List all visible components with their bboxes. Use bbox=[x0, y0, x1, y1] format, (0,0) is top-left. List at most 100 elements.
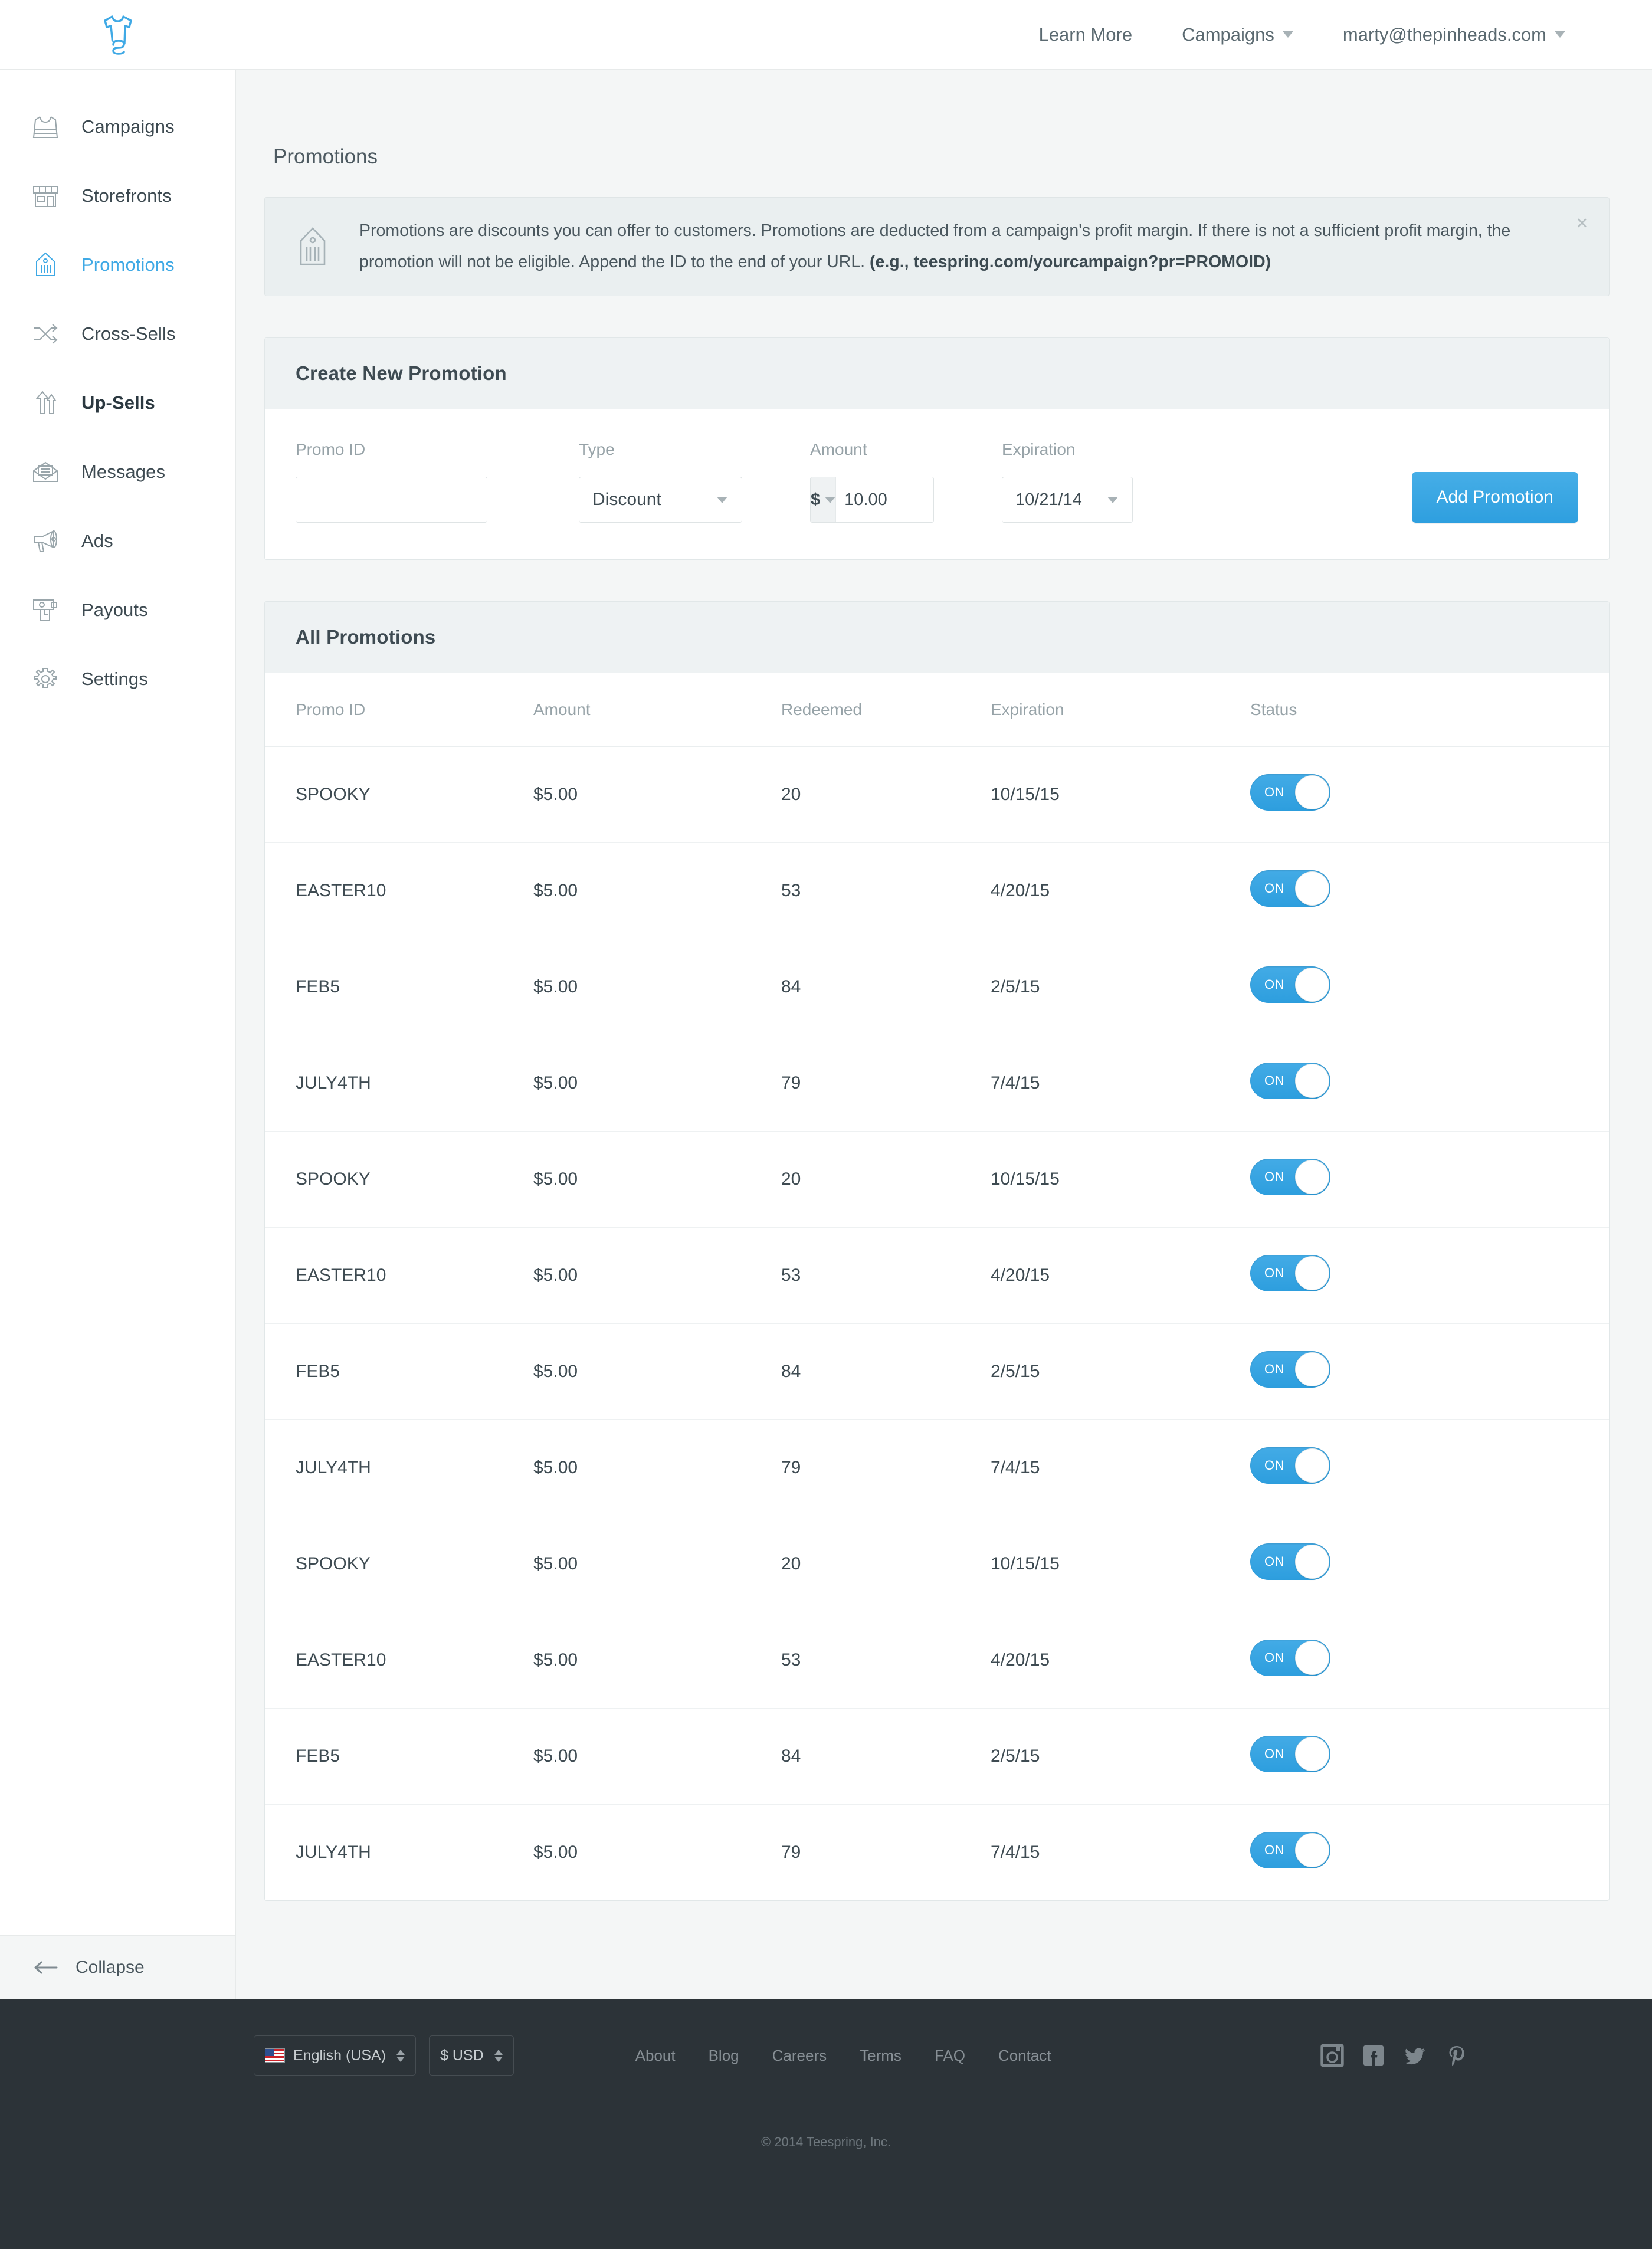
currency-select[interactable]: $ bbox=[811, 477, 837, 522]
create-promotion-form: Promo ID Type Discount Amount $ 10.00 Ex… bbox=[265, 409, 1609, 559]
expiration-date-select[interactable]: 10/21/14 bbox=[1002, 477, 1133, 523]
cell-status: ON bbox=[1250, 1708, 1609, 1805]
cell-expiration: 7/4/15 bbox=[991, 1843, 1040, 1862]
status-toggle[interactable]: ON bbox=[1250, 774, 1330, 811]
status-toggle-knob bbox=[1295, 1448, 1329, 1483]
nav-learn-more[interactable]: Learn More bbox=[1014, 24, 1158, 45]
promo-id-field-group: Promo ID bbox=[296, 440, 487, 523]
cell-status: ON bbox=[1250, 939, 1609, 1035]
status-toggle[interactable]: ON bbox=[1250, 1736, 1330, 1772]
amount-input[interactable] bbox=[836, 477, 933, 522]
cell-promo-id: EASTER10 bbox=[265, 1227, 533, 1324]
nav-account-label: marty@thepinheads.com bbox=[1342, 24, 1546, 45]
status-toggle-label: ON bbox=[1264, 1843, 1284, 1857]
status-toggle[interactable]: ON bbox=[1250, 966, 1330, 1003]
status-toggle[interactable]: ON bbox=[1250, 870, 1330, 907]
footer-link[interactable]: About bbox=[619, 2047, 692, 2065]
language-select[interactable]: English (USA) bbox=[254, 2035, 416, 2076]
sidebar-item-campaigns[interactable]: Campaigns bbox=[0, 92, 235, 161]
sidebar-collapse-button[interactable]: Collapse bbox=[0, 1935, 235, 1999]
nav-account[interactable]: marty@thepinheads.com bbox=[1318, 24, 1590, 45]
cell-promo-id: SPOOKY bbox=[265, 746, 533, 843]
status-toggle[interactable]: ON bbox=[1250, 1543, 1330, 1580]
column-header-status: Status bbox=[1250, 673, 1609, 747]
status-toggle[interactable]: ON bbox=[1250, 1159, 1330, 1195]
tank-top-icon bbox=[28, 110, 63, 144]
cell-promo-id: EASTER10 bbox=[265, 1612, 533, 1709]
nav-campaigns[interactable]: Campaigns bbox=[1157, 24, 1318, 45]
sidebar-item-label: Storefronts bbox=[81, 185, 172, 206]
footer-links: About Blog Careers Terms FAQ Contact bbox=[619, 2047, 1068, 2065]
close-icon[interactable]: × bbox=[1576, 213, 1588, 232]
status-toggle-label: ON bbox=[1264, 1266, 1284, 1280]
usa-flag-icon bbox=[265, 2048, 285, 2063]
status-toggle-knob bbox=[1295, 1737, 1329, 1771]
status-toggle[interactable]: ON bbox=[1250, 1255, 1330, 1291]
cell-promo-id: FEB5 bbox=[265, 1323, 533, 1420]
top-nav: Learn More Campaigns marty@thepinheads.c… bbox=[1014, 24, 1652, 45]
type-field-group: Type Discount bbox=[579, 440, 742, 523]
instagram-icon[interactable] bbox=[1319, 2043, 1345, 2068]
currency-select-footer[interactable]: $ USD bbox=[429, 2035, 514, 2076]
status-toggle-label: ON bbox=[1264, 1650, 1284, 1665]
info-banner-text: Promotions are discounts you can offer t… bbox=[359, 215, 1533, 278]
promotions-table-head: Promo ID Amount Redeemed Expiration Stat… bbox=[265, 673, 1609, 747]
logo[interactable] bbox=[0, 13, 236, 57]
status-toggle-label: ON bbox=[1264, 1746, 1284, 1761]
sidebar-item-label: Up-Sells bbox=[81, 392, 155, 413]
promo-id-input[interactable] bbox=[296, 477, 487, 522]
sidebar-item-cross-sells[interactable]: Cross-Sells bbox=[0, 299, 235, 368]
create-promotion-card: Create New Promotion Promo ID Type Disco… bbox=[264, 337, 1610, 560]
pinterest-icon[interactable] bbox=[1443, 2043, 1469, 2068]
type-select[interactable]: Discount bbox=[579, 477, 742, 523]
column-header-promo-id: Promo ID bbox=[265, 673, 533, 747]
cell-redeemed: 79 bbox=[781, 1843, 801, 1862]
up-down-arrows-icon bbox=[396, 2049, 405, 2062]
footer-link[interactable]: FAQ bbox=[918, 2047, 982, 2065]
table-row: FEB5 $5.00 84 2/5/15 ON bbox=[265, 1323, 1609, 1420]
sidebar: Campaigns Storefronts Promotions Cross-S… bbox=[0, 70, 236, 1999]
twitter-icon[interactable] bbox=[1402, 2043, 1428, 2068]
type-label: Type bbox=[579, 440, 615, 458]
facebook-icon[interactable] bbox=[1361, 2043, 1386, 2068]
add-promotion-button[interactable]: Add Promotion bbox=[1411, 472, 1578, 523]
sidebar-item-ads[interactable]: Ads bbox=[0, 506, 235, 575]
footer-social-links bbox=[1319, 2043, 1469, 2068]
table-row: JULY4TH $5.00 79 7/4/15 ON bbox=[265, 1035, 1609, 1132]
status-toggle-label: ON bbox=[1264, 1073, 1284, 1088]
sidebar-item-storefronts[interactable]: Storefronts bbox=[0, 161, 235, 230]
status-toggle[interactable]: ON bbox=[1250, 1640, 1330, 1676]
expiration-date-value: 10/21/14 bbox=[1015, 490, 1082, 509]
cell-status: ON bbox=[1250, 1035, 1609, 1132]
sidebar-item-up-sells[interactable]: Up-Sells bbox=[0, 368, 235, 437]
cell-status: ON bbox=[1250, 1131, 1609, 1228]
footer-link[interactable]: Blog bbox=[692, 2047, 756, 2065]
sidebar-item-promotions[interactable]: Promotions bbox=[0, 230, 235, 299]
column-header-expiration: Expiration bbox=[991, 673, 1250, 747]
chevron-down-icon bbox=[717, 496, 727, 503]
cell-amount: $5.00 bbox=[533, 1843, 578, 1862]
sidebar-item-messages[interactable]: Messages bbox=[0, 437, 235, 506]
footer-link[interactable]: Terms bbox=[843, 2047, 918, 2065]
sidebar-item-payouts[interactable]: Payouts bbox=[0, 575, 235, 644]
cell-promo-id: JULY4TH bbox=[265, 1035, 533, 1132]
nav-campaigns-label: Campaigns bbox=[1182, 24, 1274, 45]
status-toggle[interactable]: ON bbox=[1250, 1447, 1330, 1484]
status-toggle[interactable]: ON bbox=[1250, 1063, 1330, 1099]
status-toggle-knob bbox=[1295, 1160, 1329, 1194]
cell-promo-id: JULY4TH bbox=[296, 1843, 371, 1862]
footer-link[interactable]: Careers bbox=[756, 2047, 843, 2065]
chevron-down-icon bbox=[1107, 496, 1118, 503]
sidebar-item-label: Campaigns bbox=[81, 116, 175, 137]
table-row: EASTER10 $5.00 53 4/20/15 ON bbox=[265, 1227, 1609, 1324]
status-toggle[interactable]: ON bbox=[1250, 1351, 1330, 1388]
sidebar-item-settings[interactable]: Settings bbox=[0, 644, 235, 713]
table-row: FEB5 $5.00 84 2/5/15 ON bbox=[265, 939, 1609, 1035]
cell-redeemed: 84 bbox=[781, 1708, 991, 1805]
cell-status: ON bbox=[1250, 842, 1609, 939]
footer-link[interactable]: Contact bbox=[982, 2047, 1068, 2065]
amount-field-group: Amount $ bbox=[810, 440, 934, 523]
status-toggle[interactable]: ON bbox=[1250, 1832, 1330, 1868]
copyright: © 2014 Teespring, Inc. bbox=[761, 2135, 891, 2149]
cell-redeemed: 53 bbox=[781, 1612, 991, 1709]
